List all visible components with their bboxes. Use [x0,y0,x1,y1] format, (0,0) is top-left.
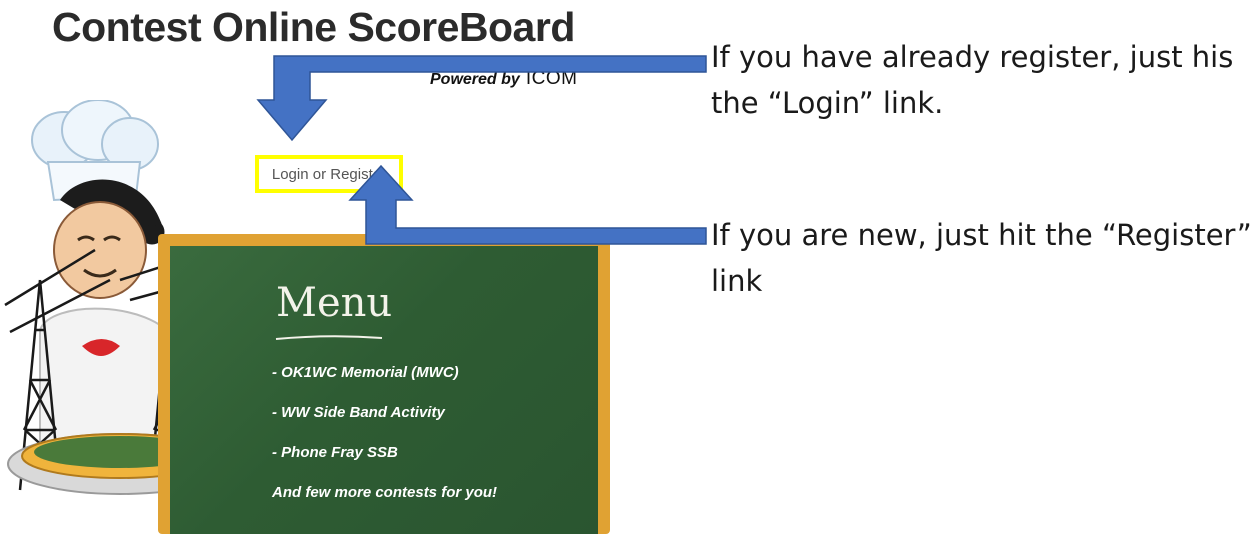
arrow-to-login [256,55,707,142]
login-instruction: If you have already register, just his t… [711,40,1234,120]
register-instruction: If you are new, just hit the “Register” … [711,218,1252,298]
arrow-to-register [348,164,707,245]
